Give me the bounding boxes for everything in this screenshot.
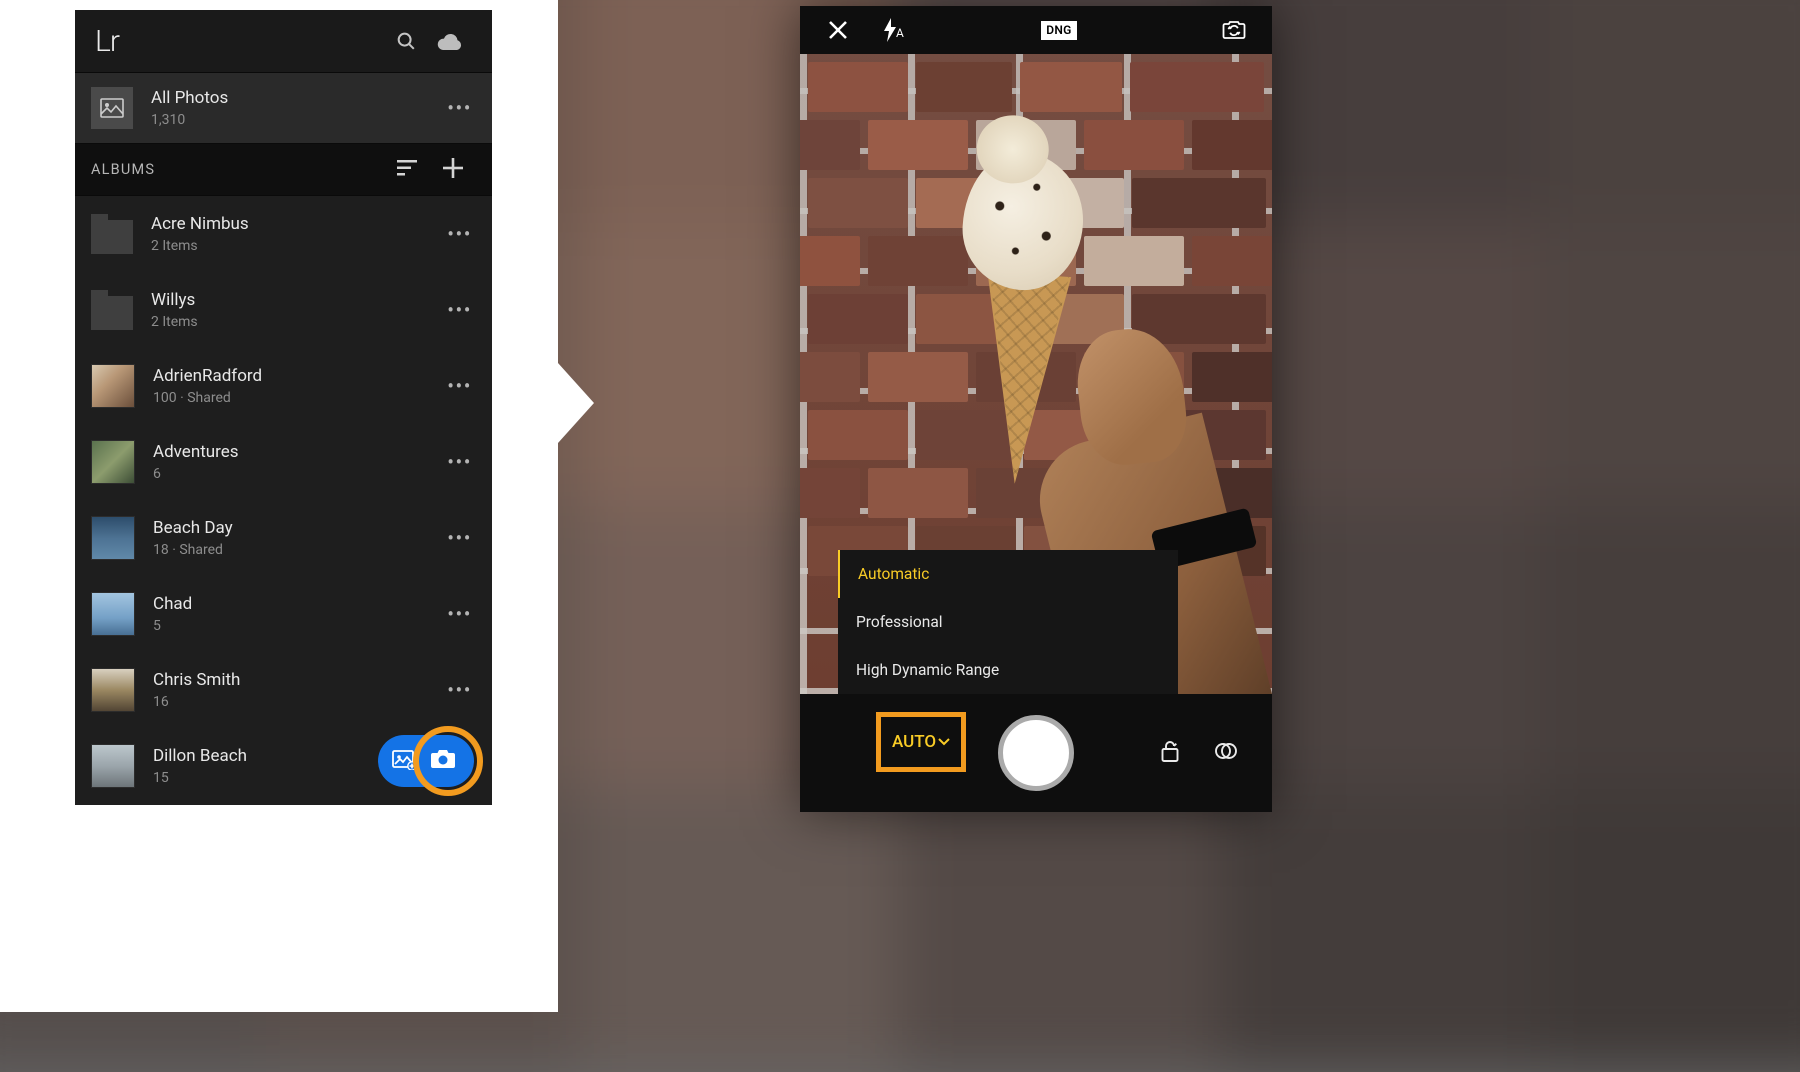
flash-mode-label: A xyxy=(896,26,904,40)
fab-group xyxy=(378,735,474,787)
filters-icon[interactable] xyxy=(1214,739,1238,767)
viewfinder-cone xyxy=(973,271,1071,486)
add-photo-icon[interactable] xyxy=(392,748,416,774)
album-row[interactable]: Acre Nimbus 2 Items ••• xyxy=(75,196,492,272)
album-sub: 18 · Shared xyxy=(153,542,443,558)
album-sub: 6 xyxy=(153,466,443,482)
camera-icon[interactable] xyxy=(430,748,456,774)
close-icon[interactable] xyxy=(818,20,858,40)
shutter-button[interactable] xyxy=(998,715,1074,791)
folder-icon xyxy=(91,220,133,254)
album-more-icon[interactable]: ••• xyxy=(443,374,476,398)
flow-arrow-icon xyxy=(558,363,594,443)
album-name: Beach Day xyxy=(153,518,443,539)
album-row[interactable]: Adventures 6 ••• xyxy=(75,424,492,500)
album-sub: 2 Items xyxy=(151,314,443,330)
album-more-icon[interactable]: ••• xyxy=(443,222,476,246)
all-photos-row[interactable]: All Photos 1,310 ••• xyxy=(75,72,492,144)
folder-icon xyxy=(91,296,133,330)
all-photos-title: All Photos xyxy=(151,88,443,109)
mode-option-professional[interactable]: Professional xyxy=(838,598,1178,646)
album-row[interactable]: AdrienRadford 100 · Shared ••• xyxy=(75,348,492,424)
album-sub: 16 xyxy=(153,694,443,710)
album-row[interactable]: Chris Smith 16 ••• xyxy=(75,652,492,728)
camera-viewfinder[interactable]: Automatic Professional High Dynamic Rang… xyxy=(800,54,1272,694)
dng-badge[interactable]: DNG xyxy=(1041,21,1077,40)
album-more-icon[interactable]: ••• xyxy=(443,602,476,626)
search-icon[interactable] xyxy=(384,30,428,52)
camera-top-bar: A DNG xyxy=(800,6,1272,54)
lightroom-album-screen: Lr All Photos 1,310 ••• ALBUMS Acre Nimb… xyxy=(75,10,492,805)
switch-camera-icon[interactable] xyxy=(1214,20,1254,40)
flash-auto-icon[interactable]: A xyxy=(882,18,904,42)
sort-icon[interactable] xyxy=(384,160,430,180)
albums-header-label: ALBUMS xyxy=(91,161,384,178)
top-bar: Lr xyxy=(75,10,492,72)
lock-icon[interactable] xyxy=(1160,739,1180,767)
camera-screen: A DNG xyxy=(800,6,1272,812)
album-more-icon[interactable]: ••• xyxy=(443,298,476,322)
app-logo: Lr xyxy=(95,24,119,59)
mode-selector-button[interactable]: AUTO xyxy=(876,712,966,772)
album-thumbnail xyxy=(91,440,135,484)
all-photos-more-icon[interactable]: ••• xyxy=(443,96,476,120)
album-more-icon[interactable]: ••• xyxy=(443,526,476,550)
mode-option-automatic[interactable]: Automatic xyxy=(838,550,1178,598)
camera-mode-menu: Automatic Professional High Dynamic Rang… xyxy=(838,550,1178,694)
album-name: AdrienRadford xyxy=(153,366,443,387)
all-photos-icon xyxy=(91,87,133,129)
album-sub: 5 xyxy=(153,618,443,634)
album-sub: 100 · Shared xyxy=(153,390,443,406)
album-row[interactable]: Chad 5 ••• xyxy=(75,576,492,652)
album-thumbnail xyxy=(91,516,135,560)
album-name: Chris Smith xyxy=(153,670,443,691)
chevron-down-icon xyxy=(938,737,950,747)
album-sub: 2 Items xyxy=(151,238,443,254)
add-album-icon[interactable] xyxy=(430,158,476,182)
album-name: Adventures xyxy=(153,442,443,463)
album-thumbnail xyxy=(91,592,135,636)
album-name: Chad xyxy=(153,594,443,615)
all-photos-count: 1,310 xyxy=(151,112,443,128)
album-thumbnail xyxy=(91,364,135,408)
camera-bottom-bar: AUTO xyxy=(800,694,1272,812)
mode-selector-label: AUTO xyxy=(892,732,936,752)
album-row[interactable]: Beach Day 18 · Shared ••• xyxy=(75,500,492,576)
album-thumbnail xyxy=(91,744,135,788)
album-thumbnail xyxy=(91,668,135,712)
albums-header: ALBUMS xyxy=(75,144,492,196)
album-row[interactable]: Willys 2 Items ••• xyxy=(75,272,492,348)
album-name: Acre Nimbus xyxy=(151,214,443,235)
cloud-sync-icon[interactable] xyxy=(428,31,472,51)
add-fab[interactable] xyxy=(378,735,474,787)
album-more-icon[interactable]: ••• xyxy=(443,678,476,702)
mode-option-hdr[interactable]: High Dynamic Range xyxy=(838,646,1178,694)
album-name: Willys xyxy=(151,290,443,311)
album-more-icon[interactable]: ••• xyxy=(443,450,476,474)
